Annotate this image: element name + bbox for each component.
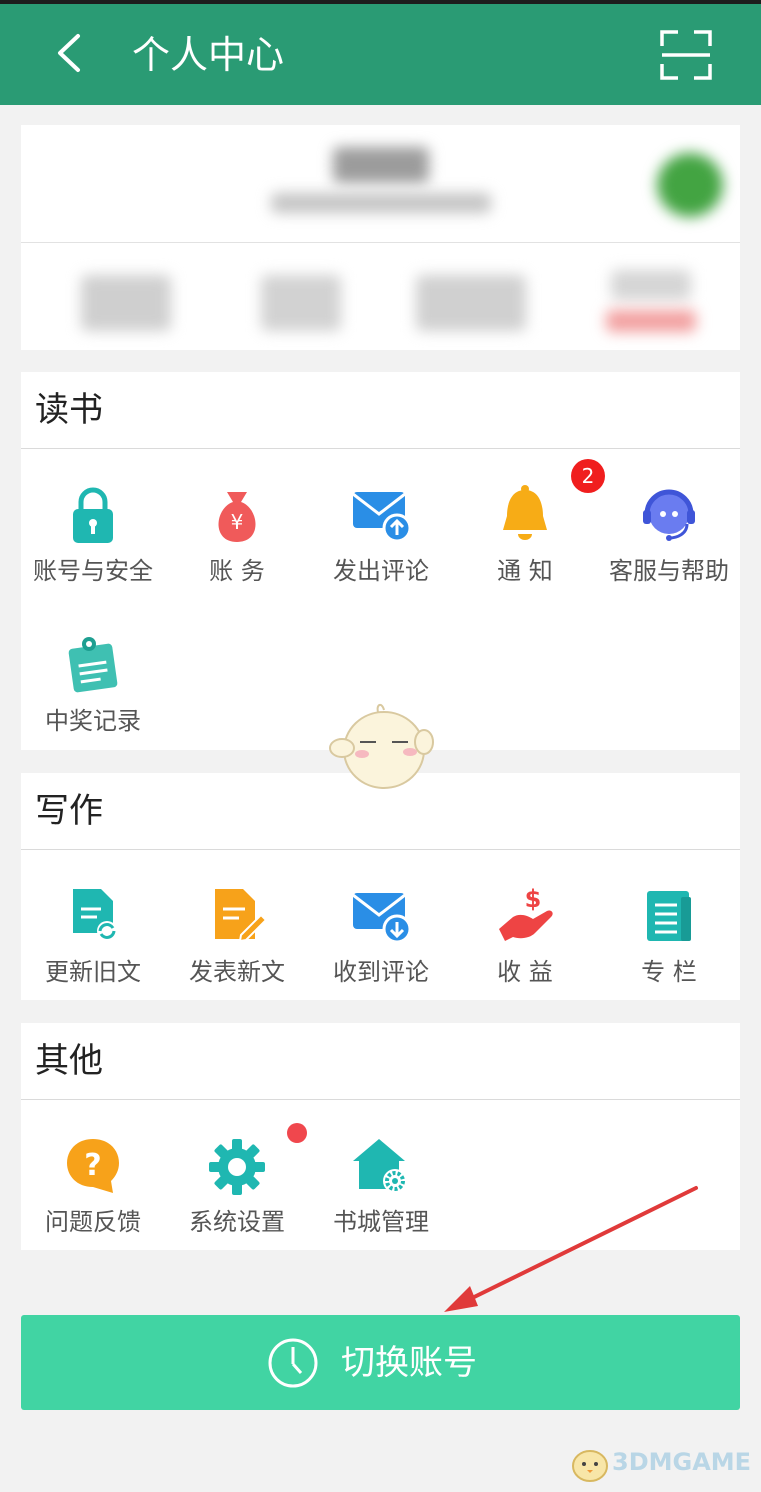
item-label: 客服与帮助 [609, 557, 729, 585]
watermark-chick-icon [572, 1450, 608, 1482]
settings-new-dot [287, 1123, 307, 1143]
switch-account-button[interactable]: 切换账号 [21, 1315, 740, 1410]
update-old-post-button[interactable]: 更新旧文 [21, 873, 165, 1003]
sent-comments-button[interactable]: 发出评论 [309, 472, 453, 602]
page-title: 个人中心 [132, 33, 285, 77]
customer-service-button[interactable]: 客服与帮助 [597, 472, 741, 602]
section-header: 其他 [21, 1023, 740, 1100]
section-reading: 读书 账号与安全 ¥ 账 务 发出评论 2 通 知 客服与帮助 中奖记录 [21, 372, 740, 750]
house-gear-icon [353, 1139, 407, 1193]
stat-blurred-4[interactable] [611, 270, 691, 300]
item-label: 账号与安全 [33, 557, 153, 585]
gear-icon [209, 1139, 265, 1195]
item-label: 系统设置 [189, 1208, 285, 1236]
bell-icon [503, 485, 547, 540]
item-label: 收 益 [497, 958, 553, 986]
column-list-icon [647, 891, 691, 941]
scan-frame-icon [660, 30, 712, 80]
stat-blurred-2[interactable] [261, 275, 341, 331]
document-edit-icon [215, 889, 268, 943]
stat-blurred-3[interactable] [416, 275, 526, 331]
item-label: 通 知 [497, 557, 553, 585]
money-bag-icon: ¥ [218, 492, 256, 542]
publish-new-post-button[interactable]: 发表新文 [165, 873, 309, 1003]
system-settings-button[interactable]: 系统设置 [165, 1123, 309, 1253]
section-header: 读书 [21, 372, 740, 449]
clock-icon [268, 1338, 318, 1388]
received-comments-button[interactable]: 收到评论 [309, 873, 453, 1003]
item-label: 发出评论 [333, 557, 429, 585]
question-bubble-icon: ? [67, 1139, 119, 1193]
svg-text:¥: ¥ [231, 510, 244, 534]
item-label: 问题反馈 [45, 1208, 141, 1236]
feedback-button[interactable]: ? 问题反馈 [21, 1123, 165, 1253]
account-security-button[interactable]: 账号与安全 [21, 472, 165, 602]
scan-button[interactable] [660, 30, 712, 80]
section-title: 其他 [35, 1041, 103, 1081]
app-header: 个人中心 [0, 0, 761, 105]
stat-blurred-1[interactable] [81, 275, 171, 331]
item-label: 收到评论 [333, 958, 429, 986]
hand-dollar-icon: $ [499, 885, 553, 941]
section-title: 读书 [35, 390, 103, 430]
item-label: 更新旧文 [45, 958, 141, 986]
svg-text:$: $ [525, 885, 542, 913]
document-refresh-icon [73, 889, 117, 941]
finance-button[interactable]: ¥ 账 务 [165, 472, 309, 602]
back-button[interactable] [50, 30, 90, 76]
item-label: 专 栏 [641, 958, 697, 986]
username-blurred [333, 147, 429, 183]
avatar[interactable] [657, 153, 723, 217]
annotation-arrow [444, 1186, 698, 1312]
earnings-button[interactable]: $ 收 益 [453, 873, 597, 1003]
column-button[interactable]: 专 栏 [597, 873, 741, 1003]
item-label: 账 务 [209, 557, 265, 585]
svg-text:?: ? [84, 1148, 101, 1183]
mail-receive-icon [352, 893, 412, 944]
item-label: 中奖记录 [45, 707, 141, 735]
status-bar-edge [0, 0, 761, 4]
section-writing: 写作 更新旧文 发表新文 收到评论 $ 收 益 专 栏 [21, 773, 740, 1000]
user-info-blurred [271, 193, 491, 213]
section-title: 写作 [35, 791, 103, 831]
watermark-logo: 3DMGAME [560, 1438, 756, 1490]
mail-send-icon [352, 492, 412, 543]
profile-divider [21, 242, 740, 243]
badge-blurred-red [606, 310, 696, 332]
profile-card[interactable] [21, 125, 740, 350]
chevron-left-icon [58, 34, 80, 72]
mascot-sticker [329, 704, 434, 789]
lock-icon [73, 487, 113, 543]
notifications-button[interactable]: 2 通 知 [453, 459, 605, 602]
prize-record-icon [68, 637, 118, 693]
headset-icon [643, 489, 695, 541]
watermark-text: 3DMGAME [612, 1448, 752, 1476]
item-label: 发表新文 [189, 958, 285, 986]
prize-records-button[interactable]: 中奖记录 [21, 622, 165, 752]
switch-account-label: 切换账号 [341, 1343, 477, 1383]
